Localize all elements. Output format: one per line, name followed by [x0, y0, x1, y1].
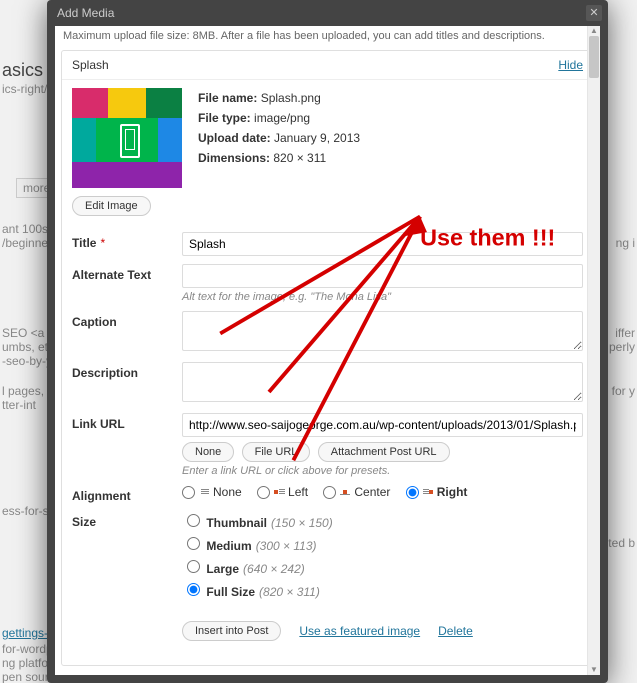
media-thumbnail [72, 88, 182, 188]
media-item-body: File name: Splash.png File type: image/p… [62, 80, 593, 665]
align-right-icon [423, 488, 433, 496]
media-item: Splash Hide File name: Splash.png [61, 50, 594, 666]
align-left-radio[interactable]: Left [257, 485, 308, 499]
alt-input[interactable] [182, 264, 583, 288]
upload-hint: Maximum upload file size: 8MB. After a f… [55, 26, 600, 46]
media-item-name: Splash [72, 58, 109, 72]
modal-header: Add Media ✕ [47, 0, 608, 26]
close-icon[interactable]: ✕ [586, 5, 602, 21]
add-media-modal: Add Media ✕ Maximum upload file size: 8M… [47, 0, 608, 683]
align-none-icon [199, 488, 209, 496]
bg-text: tter-int [2, 398, 36, 412]
align-right-radio[interactable]: Right [406, 485, 468, 499]
caption-label: Caption [72, 311, 182, 329]
size-medium-radio[interactable]: Medium(300 × 113) [182, 534, 583, 553]
linkurl-input[interactable] [182, 413, 583, 437]
bg-text: l pages, [2, 384, 44, 398]
modal-scrollbar[interactable]: ▲ ▼ [587, 26, 600, 675]
modal-title: Add Media [57, 6, 114, 20]
phone-icon [120, 124, 140, 158]
page-background: asics r ics-right/ more ant 100s /beginn… [0, 0, 637, 683]
bg-text: ng i [616, 236, 635, 250]
linkurl-none-button[interactable]: None [182, 442, 234, 462]
bg-text: ant 100s [2, 222, 48, 236]
bg-text: perly [609, 340, 635, 354]
description-label: Description [72, 362, 182, 380]
bg-text: ics-right/ [2, 82, 47, 96]
bg-text: /beginner [2, 236, 52, 250]
use-featured-link[interactable]: Use as featured image [299, 624, 420, 638]
alt-help: Alt text for the image, e.g. "The Mona L… [182, 291, 583, 303]
title-label: Title* [72, 232, 182, 250]
title-input[interactable] [182, 232, 583, 256]
edit-image-button[interactable]: Edit Image [72, 196, 151, 216]
align-center-radio[interactable]: Center [323, 485, 390, 499]
media-item-header: Splash Hide [62, 51, 593, 80]
scroll-thumb[interactable] [589, 36, 599, 78]
size-label: Size [72, 511, 182, 529]
hide-link[interactable]: Hide [558, 58, 583, 72]
bg-text: -seo-by-y [2, 354, 52, 368]
scroll-up-icon[interactable]: ▲ [588, 26, 600, 36]
bg-text: iffer [615, 326, 635, 340]
size-large-radio[interactable]: Large(640 × 242) [182, 557, 583, 576]
align-center-icon [340, 488, 350, 496]
linkurl-label: Link URL [72, 413, 182, 431]
linkurl-post-button[interactable]: Attachment Post URL [318, 442, 450, 462]
align-none-radio[interactable]: None [182, 485, 242, 499]
alignment-label: Alignment [72, 485, 182, 503]
modal-body: Maximum upload file size: 8MB. After a f… [55, 26, 600, 675]
alt-label: Alternate Text [72, 264, 182, 282]
linkurl-file-button[interactable]: File URL [242, 442, 311, 462]
alignment-group: None Left Center Right [182, 485, 583, 502]
bg-text: for y [612, 384, 635, 398]
scroll-down-icon[interactable]: ▼ [588, 665, 600, 675]
bg-link[interactable]: gettings- [2, 626, 48, 640]
media-meta: File name: Splash.png File type: image/p… [182, 88, 583, 188]
caption-input[interactable] [182, 311, 583, 351]
size-full-radio[interactable]: Full Size(820 × 311) [182, 580, 583, 599]
insert-into-post-button[interactable]: Insert into Post [182, 621, 281, 641]
size-thumb-radio[interactable]: Thumbnail(150 × 150) [182, 511, 583, 530]
delete-link[interactable]: Delete [438, 624, 473, 638]
size-group: Thumbnail(150 × 150) Medium(300 × 113) L… [182, 511, 583, 603]
bg-text: ng platfor [2, 656, 52, 670]
description-input[interactable] [182, 362, 583, 402]
bg-text: ess-for-s [2, 504, 49, 518]
align-left-icon [274, 488, 284, 496]
linkurl-help: Enter a link URL or click above for pres… [182, 465, 583, 477]
